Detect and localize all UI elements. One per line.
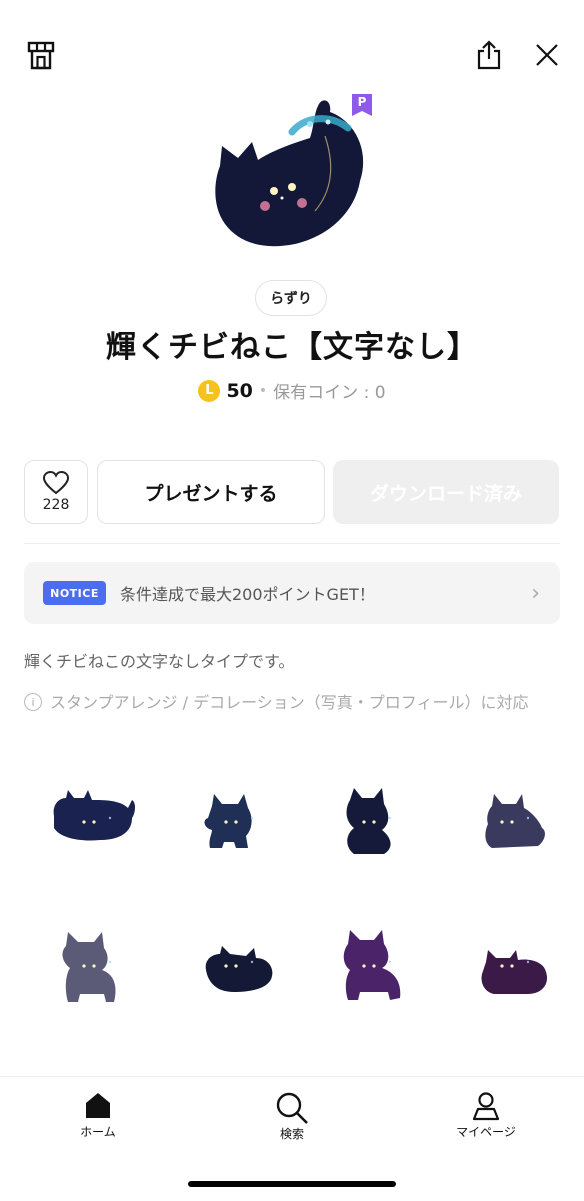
sticker-2[interactable]: [182, 768, 292, 878]
notice-banner[interactable]: NOTICE 条件達成で最大200ポイントGET！ ›: [24, 562, 560, 624]
owned-coins: 保有コイン : 0: [273, 383, 386, 403]
sticker-4[interactable]: [458, 768, 568, 878]
shop-icon: [27, 41, 55, 70]
share-button[interactable]: [472, 38, 506, 72]
home-icon: [86, 1093, 110, 1118]
price-value: 50: [226, 379, 253, 402]
tab-mypage-label: マイページ: [456, 1125, 516, 1139]
tab-home[interactable]: ホーム: [38, 1091, 158, 1140]
chevron-right-icon: ›: [531, 580, 540, 606]
arrange-info: i スタンプアレンジ / デコレーション（写真・プロフィール）に対応: [24, 692, 564, 713]
tab-search-label: 検索: [279, 1127, 304, 1141]
home-indicator: [188, 1181, 396, 1187]
arrange-info-text: スタンプアレンジ / デコレーション（写真・プロフィール）に対応: [50, 693, 529, 712]
tab-mypage[interactable]: マイページ: [426, 1091, 546, 1140]
main-sticker-image: [210, 96, 380, 256]
premium-badge-label: P: [357, 95, 367, 109]
sticker-5[interactable]: [40, 912, 150, 1022]
info-icon: i: [24, 693, 42, 711]
product-description: 輝くチビねこの文字なしタイプです。: [24, 652, 295, 671]
tab-search[interactable]: 検索: [232, 1091, 352, 1142]
sticker-8[interactable]: [458, 912, 568, 1022]
share-icon: [477, 40, 501, 70]
notice-text: 条件達成で最大200ポイントGET！: [120, 585, 375, 604]
price-row: L 50 • 保有コイン : 0: [0, 378, 584, 403]
present-button[interactable]: プレゼントする: [97, 460, 325, 524]
shop-button[interactable]: [24, 38, 58, 72]
search-icon: [276, 1092, 308, 1124]
divider: [24, 543, 560, 544]
sticker-6[interactable]: [182, 912, 292, 1022]
download-button[interactable]: ダウンロード済み: [333, 460, 559, 524]
separator-dot: •: [258, 382, 268, 399]
premium-badge: P: [352, 94, 372, 116]
close-button[interactable]: [530, 38, 564, 72]
close-icon: [536, 44, 558, 66]
like-button[interactable]: 228: [24, 460, 88, 524]
tab-home-label: ホーム: [80, 1125, 116, 1139]
person-icon: [472, 1092, 500, 1121]
like-count: 228: [42, 497, 70, 513]
sticker-1[interactable]: [40, 768, 150, 878]
sticker-7[interactable]: [320, 912, 430, 1022]
product-title: 輝くチビねこ【文字なし】: [106, 330, 478, 365]
coin-icon: L: [198, 379, 221, 402]
author-button[interactable]: らずり: [255, 280, 327, 316]
sticker-3[interactable]: [320, 768, 430, 878]
heart-icon: [42, 471, 70, 495]
notice-badge: NOTICE: [43, 581, 106, 605]
